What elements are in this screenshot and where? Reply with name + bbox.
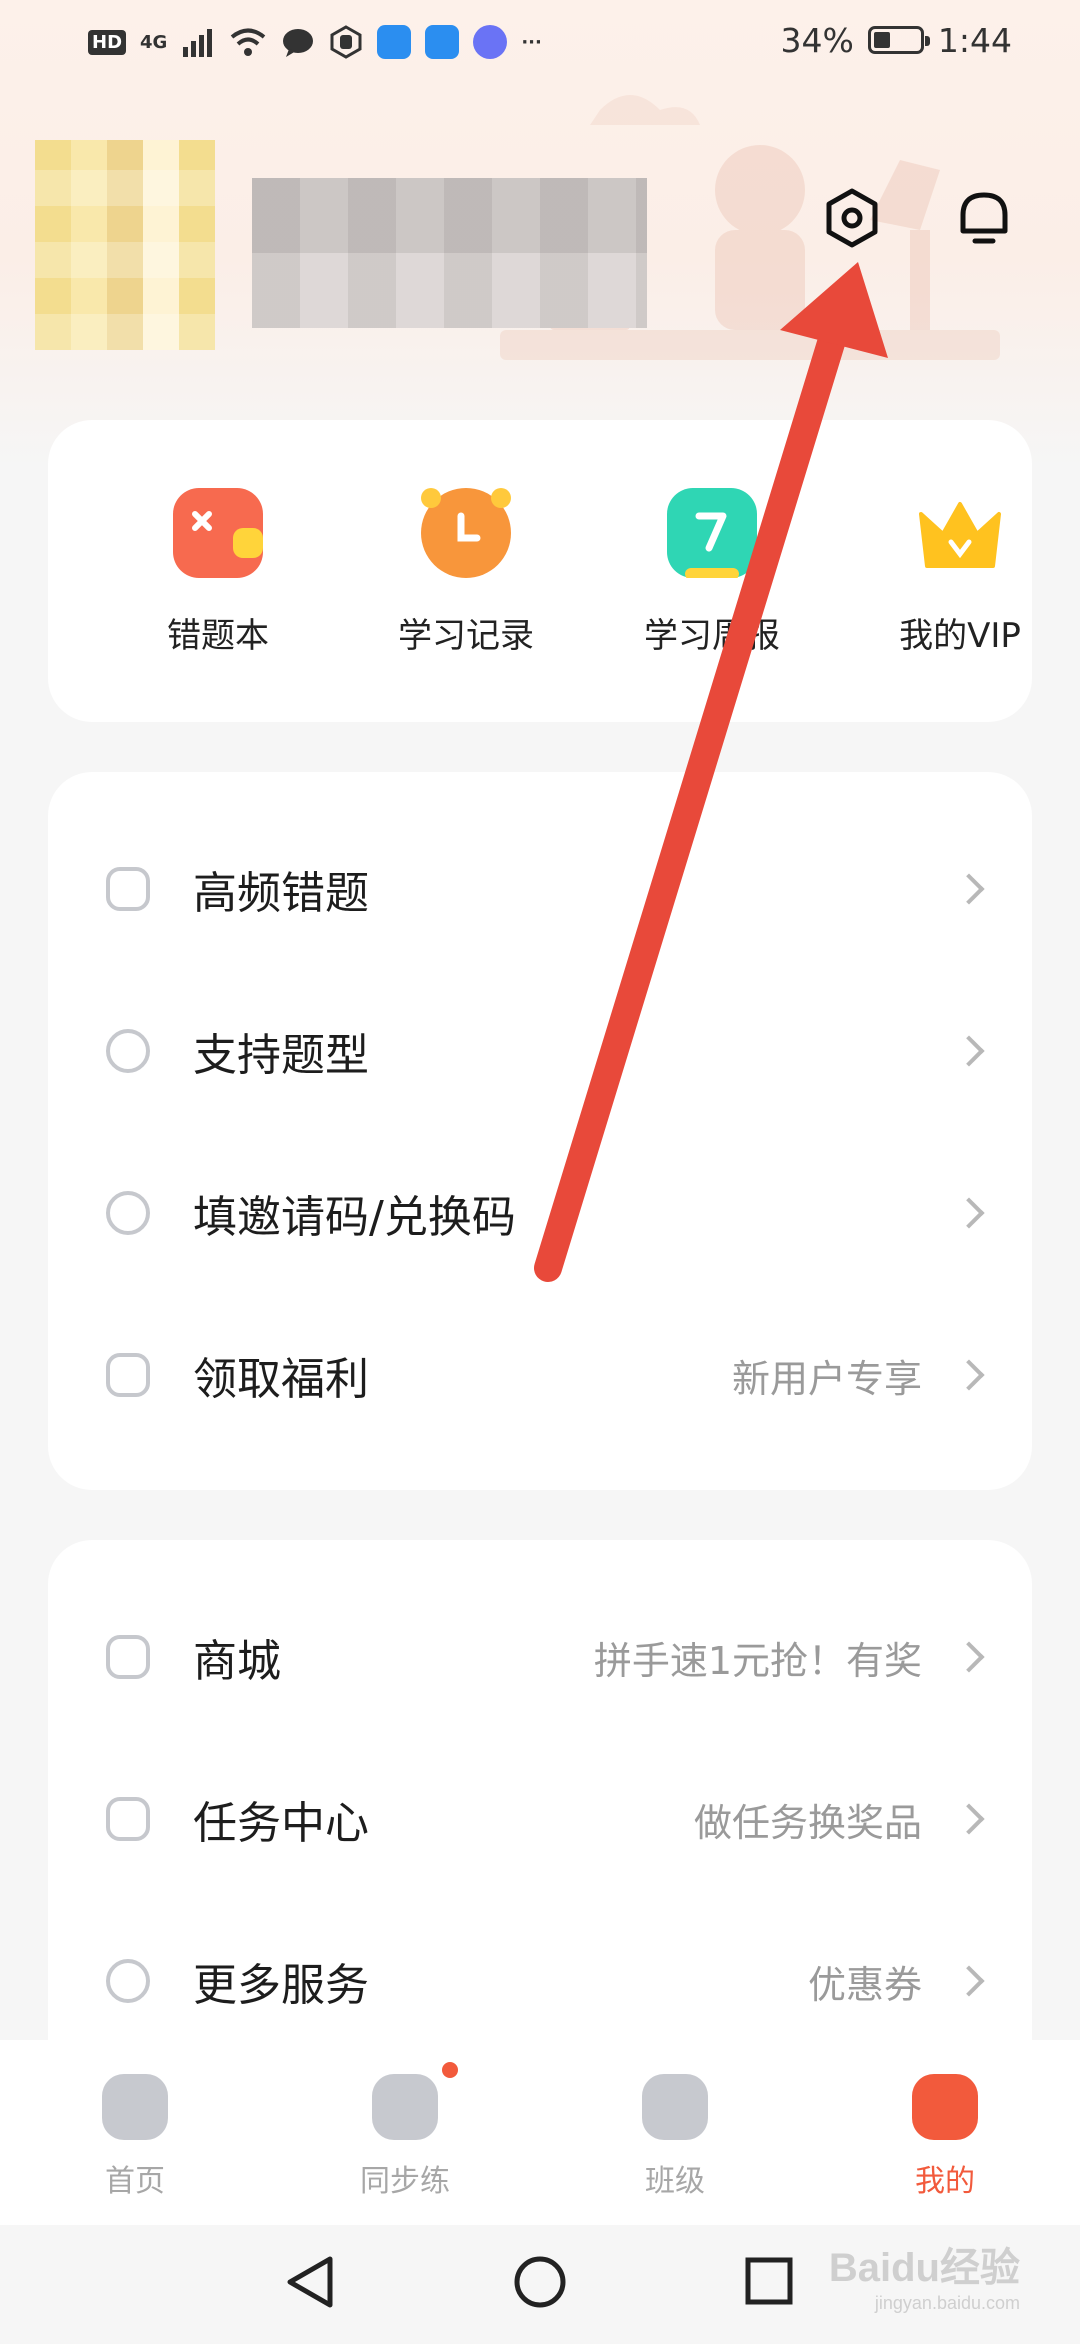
notification-button[interactable] (948, 182, 1020, 254)
status-bar: HD 4G ··· 34% 1:44 (0, 0, 1080, 82)
menu-item-label: 更多服务 (193, 1960, 369, 2011)
menu-item-label: 任务中心 (193, 1798, 369, 1849)
tab-label: 同步练 (360, 2164, 450, 2199)
ticket-icon (106, 1191, 150, 1235)
tab-label: 首页 (105, 2164, 165, 2199)
gift-icon (106, 1353, 150, 1397)
quick-action-vip[interactable]: 我的VIP (860, 488, 1060, 657)
menu-item-subtitle: 新用户专享 (731, 1356, 922, 1401)
chevron-right-icon (953, 1197, 985, 1229)
home-circle-icon[interactable] (514, 2256, 566, 2308)
tab-label: 我的 (915, 2164, 975, 2199)
menu-item-label: 支持题型 (193, 1030, 369, 1081)
menu-item-subtitle: 拼手速1元抢！有奖 (593, 1638, 922, 1683)
settings-button[interactable] (816, 182, 888, 254)
back-icon[interactable] (287, 2256, 333, 2308)
chevron-right-icon (953, 873, 985, 905)
menu-card-2: 商城 拼手速1元抢！有奖 任务中心 做任务换奖品 更多服务 优惠券 (48, 1540, 1032, 2100)
hand-hex-icon (330, 25, 362, 59)
menu-item-more-services[interactable]: 更多服务 优惠券 (48, 1900, 1032, 2062)
menu-item-label: 领取福利 (193, 1354, 369, 1405)
menu-item-high-frequency-errors[interactable]: 高频错题 (48, 808, 1032, 970)
chevron-right-icon (953, 1803, 985, 1835)
quick-action-label: 学习记录 (398, 616, 534, 656)
bell-icon (960, 192, 1008, 244)
menu-item-supported-types[interactable]: 支持题型 (48, 970, 1032, 1132)
menu-item-label: 填邀请码/兑换码 (193, 1192, 516, 1243)
status-icons-right: 34% 1:44 (781, 18, 1012, 62)
watermark-brand: Baidu经验 (828, 2246, 1020, 2290)
battery-percent: 34% (780, 20, 854, 60)
tab-sync-practice[interactable]: 同步练 (315, 2062, 495, 2200)
quick-action-label: 错题本 (167, 616, 269, 656)
crown-icon (915, 488, 1005, 578)
chevron-right-icon (953, 1359, 985, 1391)
gear-icon (826, 188, 878, 248)
tag-icon (106, 1029, 150, 1073)
menu-item-label: 商城 (193, 1636, 281, 1687)
baidu-watermark: Baidu经验 jingyan.baidu.com (829, 2235, 1020, 2314)
chat-bubble-icon (283, 29, 314, 57)
cloud-app-icon (377, 25, 412, 59)
unread-dot (442, 2062, 458, 2078)
menu-item-label: 高频错题 (193, 868, 369, 919)
class-star-icon (642, 2074, 708, 2140)
clock-time: 1:44 (937, 20, 1012, 60)
mine-face-icon (912, 2074, 978, 2140)
chevron-right-icon (953, 1641, 985, 1673)
quick-action-label: 我的VIP (899, 616, 1021, 656)
menu-item-subtitle: 优惠券 (807, 1962, 922, 2007)
wifi-icon (231, 28, 266, 56)
more-notifications: ··· (521, 31, 542, 53)
bottom-tab-bar: 首页 同步练 班级 我的 (0, 2040, 1080, 2225)
menu-item-invite-code[interactable]: 填邀请码/兑换码 (48, 1132, 1032, 1294)
quick-action-label: 学习周报 (644, 616, 780, 656)
wrong-book-icon (173, 488, 263, 578)
check-box-icon (106, 1797, 150, 1841)
username-blurred[interactable] (252, 178, 647, 328)
tab-class[interactable]: 班级 (585, 2074, 765, 2200)
quick-actions-card: 错题本 学习记录 学习周报 我的VIP (48, 420, 1032, 722)
shop-bag-icon (106, 1635, 150, 1679)
quick-action-study-record[interactable]: 学习记录 (366, 488, 566, 657)
weekly-report-icon (667, 488, 757, 578)
chevron-right-icon (953, 1035, 985, 1067)
tab-mine[interactable]: 我的 (855, 2074, 1035, 2200)
menu-item-task-center[interactable]: 任务中心 做任务换奖品 (48, 1738, 1032, 1900)
hd-badge: HD (88, 29, 127, 55)
tab-label: 班级 (645, 2164, 705, 2199)
cloud-app-icon-2 (425, 25, 460, 59)
heart-icon (106, 1959, 150, 2003)
menu-item-subtitle: 做任务换奖品 (693, 1800, 922, 1845)
signal-icon (183, 29, 213, 57)
clock-icon (421, 488, 511, 578)
battery-icon (867, 26, 930, 54)
status-icons-left: HD 4G ··· (88, 20, 542, 64)
practice-icon (372, 2062, 458, 2140)
quick-action-wrong-book[interactable]: 错题本 (118, 488, 318, 657)
music-icon (473, 25, 508, 59)
home-icon (102, 2074, 168, 2140)
quick-action-weekly-report[interactable]: 学习周报 (612, 488, 812, 657)
network-type: 4G (140, 31, 168, 53)
menu-card-1: 高频错题 支持题型 填邀请码/兑换码 领取福利 新用户专享 (48, 772, 1032, 1490)
tab-home[interactable]: 首页 (45, 2074, 225, 2200)
recents-icon[interactable] (745, 2257, 793, 2305)
watermark-url: jingyan.baidu.com (874, 2293, 1020, 2313)
menu-item-shop[interactable]: 商城 拼手速1元抢！有奖 (48, 1576, 1032, 1738)
avatar-blur-mask (35, 140, 215, 350)
menu-item-benefits[interactable]: 领取福利 新用户专享 (48, 1294, 1032, 1456)
x-box-icon (106, 867, 150, 911)
chevron-right-icon (953, 1965, 985, 1997)
